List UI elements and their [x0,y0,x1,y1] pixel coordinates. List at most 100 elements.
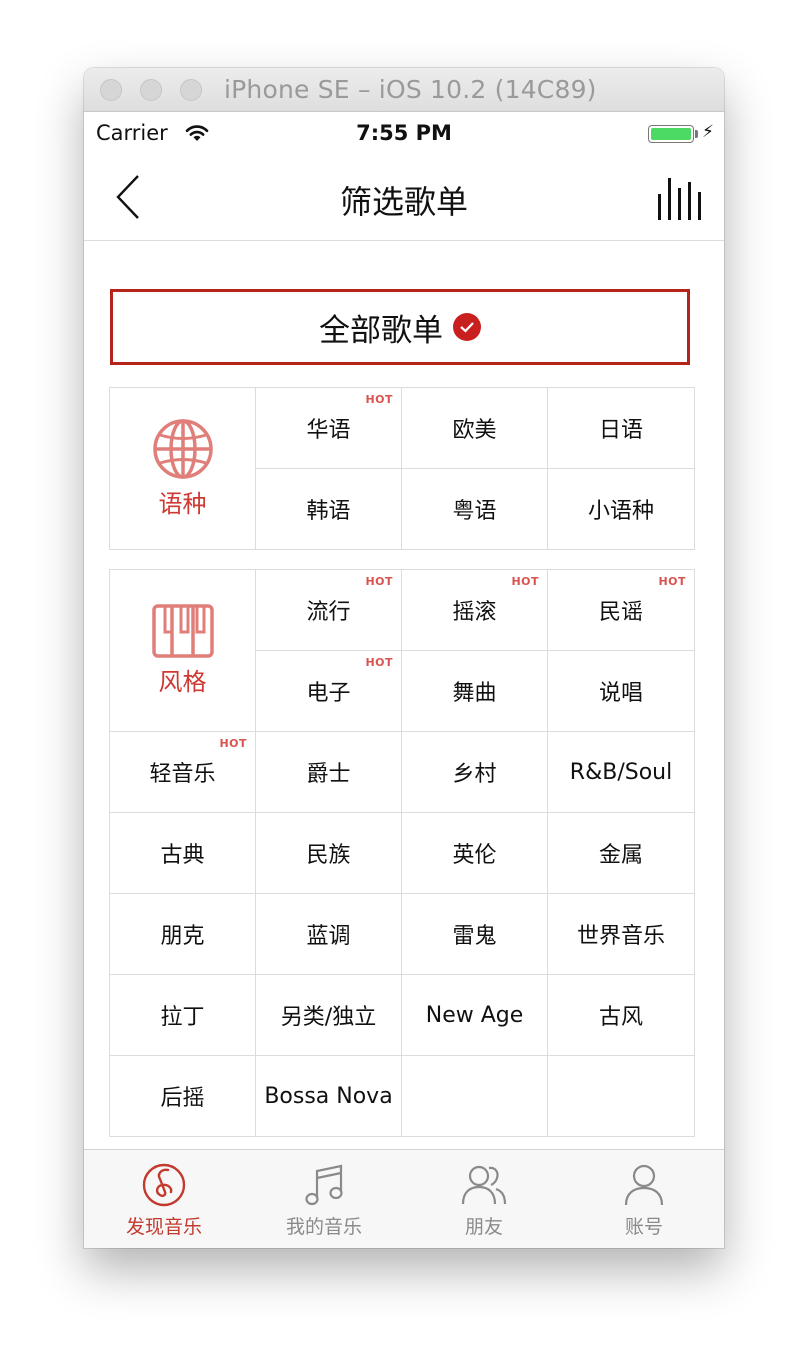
option-label: 古典 [160,843,205,868]
simulator-window: iPhone SE – iOS 10.2 (14C89) Carrier 7:5… [84,68,724,1248]
style-option[interactable]: HOT 电子 [255,650,402,732]
option-label: 另类/独立 [280,1005,377,1030]
style-category: 风格 [109,569,256,732]
option-label: New Age [425,1002,524,1028]
option-label: 蓝调 [306,924,351,949]
style-option[interactable]: 爵士 [255,731,402,813]
option-label: 乡村 [452,762,497,787]
option-label: 后摇 [160,1086,205,1111]
option-label: 摇滚 [452,600,497,625]
option-label: 华语 [306,418,351,443]
globe-icon [152,419,213,479]
option-label: 爵士 [306,762,351,787]
checkmark-icon [453,313,481,341]
style-option[interactable]: HOT 轻音乐 [109,731,256,813]
style-option[interactable]: 后摇 [109,1055,256,1137]
all-playlists-button[interactable]: 全部歌单 [110,289,690,365]
style-option[interactable]: 拉丁 [109,974,256,1056]
style-option[interactable]: 另类/独立 [255,974,402,1056]
tab-bar: 发现音乐 我的音乐 朋友 账号 [84,1149,724,1248]
hot-badge: HOT [658,575,686,588]
hot-badge: HOT [219,737,247,750]
style-option[interactable]: Bossa Nova [255,1055,402,1137]
tab-account[interactable]: 账号 [564,1150,724,1248]
option-label: 舞曲 [452,681,497,706]
style-option[interactable]: 金属 [547,812,695,894]
status-time: 7:55 PM [356,121,452,145]
option-label: 轻音乐 [149,762,216,787]
minimize-window-button[interactable] [140,79,162,101]
option-label: 英伦 [452,843,497,868]
option-label: 韩语 [306,499,351,524]
page-title: 筛选歌单 [339,183,468,221]
now-playing-icon[interactable] [652,178,702,220]
language-option[interactable]: 粤语 [401,468,548,550]
empty-cell [401,1055,548,1137]
option-label: 金属 [598,843,643,868]
zoom-window-button[interactable] [180,79,202,101]
status-bar: Carrier 7:55 PM ⚡ [84,112,724,154]
battery-icon [648,125,694,143]
option-label: 电子 [306,681,351,706]
language-option[interactable]: 韩语 [255,468,402,550]
language-option[interactable]: HOT 华语 [255,387,402,469]
tab-label: 我的音乐 [285,1216,362,1238]
style-category-label: 风格 [158,668,207,696]
tab-label: 朋友 [464,1216,503,1238]
option-label: 拉丁 [160,1005,205,1030]
style-option[interactable]: 世界音乐 [547,893,695,975]
style-option[interactable]: 民族 [255,812,402,894]
style-option[interactable]: HOT 摇滚 [401,569,548,651]
style-option[interactable]: 古典 [109,812,256,894]
tab-friends[interactable]: 朋友 [404,1150,564,1248]
style-option[interactable]: 说唱 [547,650,695,732]
style-option[interactable]: New Age [401,974,548,1056]
option-label: 雷鬼 [452,924,497,949]
option-label: 古风 [598,1005,643,1030]
all-playlists-label: 全部歌单 [319,312,443,349]
style-option[interactable]: 乡村 [401,731,548,813]
charging-bolt-icon: ⚡ [702,122,714,142]
option-label: 粤语 [452,499,497,524]
style-option[interactable]: 英伦 [401,812,548,894]
option-label: 日语 [598,418,643,443]
option-label: Bossa Nova [264,1083,393,1109]
option-label: 小语种 [587,499,654,524]
style-option[interactable]: 古风 [547,974,695,1056]
option-label: 朋克 [160,924,205,949]
tab-label: 账号 [624,1216,663,1238]
style-option[interactable]: R&B/Soul [547,731,695,813]
language-option[interactable]: 日语 [547,387,695,469]
netease-music-icon [142,1163,186,1207]
music-note-icon [305,1164,343,1206]
style-option[interactable]: 舞曲 [401,650,548,732]
tab-discover-music[interactable]: 发现音乐 [84,1150,244,1248]
hot-badge: HOT [511,575,539,588]
style-option[interactable]: 蓝调 [255,893,402,975]
language-option[interactable]: 欧美 [401,387,548,469]
style-option[interactable]: 朋克 [109,893,256,975]
style-option[interactable]: 雷鬼 [401,893,548,975]
style-option[interactable]: HOT 流行 [255,569,402,651]
option-label: R&B/Soul [569,759,673,785]
hot-badge: HOT [365,393,393,406]
piano-icon [151,604,214,658]
style-option[interactable]: HOT 民谣 [547,569,695,651]
language-category-label: 语种 [158,490,207,518]
friends-icon [461,1165,507,1205]
language-table: 语种 HOT 华语 欧美 日语 韩语 粤语 小语种 [109,387,695,550]
hot-badge: HOT [365,575,393,588]
account-icon [624,1164,664,1206]
language-option[interactable]: 小语种 [547,468,695,550]
option-label: 世界音乐 [576,924,665,949]
option-label: 欧美 [452,418,497,443]
option-label: 流行 [306,600,351,625]
tab-my-music[interactable]: 我的音乐 [244,1150,404,1248]
style-table: 风格 HOT 流行 HOT 摇滚 HOT 民谣 HOT 电子 舞曲 说唱 HOT 轻音乐 … [109,569,695,1137]
hot-badge: HOT [365,656,393,669]
window-titlebar: iPhone SE – iOS 10.2 (14C89) [84,68,724,112]
navigation-bar: 筛选歌单 [84,154,724,241]
close-window-button[interactable] [100,79,122,101]
tab-label: 发现音乐 [125,1216,202,1238]
option-label: 民族 [306,843,351,868]
